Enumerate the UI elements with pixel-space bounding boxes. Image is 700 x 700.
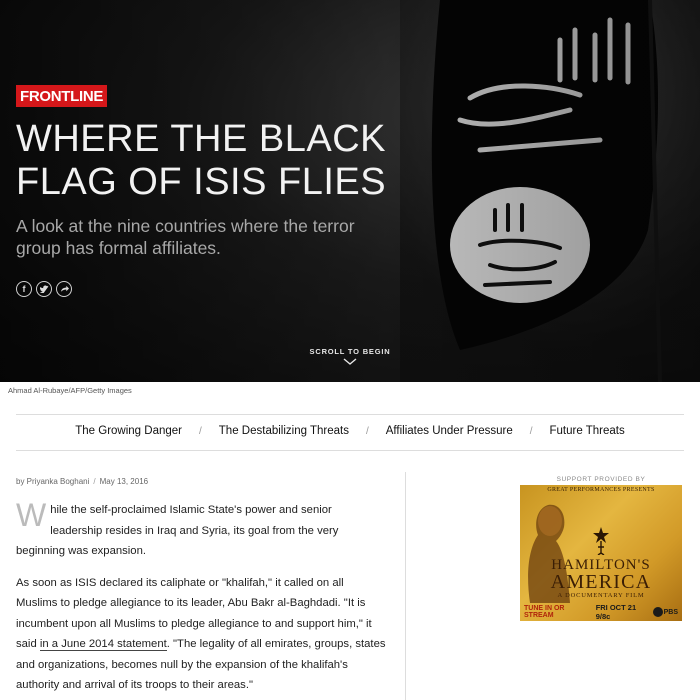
star-figure-icon xyxy=(593,527,609,555)
nav-item-destabilizing-threats[interactable]: The Destabilizing Threats xyxy=(219,425,349,437)
nav-item-affiliates-under-pressure[interactable]: Affiliates Under Pressure xyxy=(386,425,513,437)
ad-presenter: GREAT PERFORMANCES PRESENTS xyxy=(547,487,655,493)
nav-item-future-threats[interactable]: Future Threats xyxy=(550,425,625,437)
page-title: WHERE THE BLACK FLAG OF ISIS FLIES xyxy=(16,118,387,203)
drop-cap: W xyxy=(16,497,47,533)
author[interactable]: by Priyanka Boghani xyxy=(16,477,89,486)
ad-tune-in: TUNE IN OR STREAM xyxy=(524,605,565,619)
share-icon[interactable] xyxy=(56,281,72,297)
statement-link[interactable]: in a June 2014 statement xyxy=(39,638,167,651)
twitter-icon[interactable] xyxy=(36,281,52,297)
nav-separator: / xyxy=(199,425,202,437)
publish-date: May 13, 2016 xyxy=(99,477,149,486)
byline: by Priyanka Boghani / May 13, 2016 xyxy=(16,477,149,486)
frontline-logo[interactable]: FRONTLINE xyxy=(16,85,108,107)
nav-divider-bottom xyxy=(16,450,684,451)
article-paragraph: As soon as ISIS declared its caliphate o… xyxy=(16,576,386,692)
column-divider xyxy=(405,472,406,700)
hero-banner: FRONTLINE WHERE THE BLACK FLAG OF ISIS F… xyxy=(0,0,700,382)
facebook-icon[interactable]: f xyxy=(16,281,32,297)
share-buttons: f xyxy=(16,281,72,297)
sponsor-ad[interactable]: GREAT PERFORMANCES PRESENTS HAMILTON'S A… xyxy=(520,485,682,621)
ad-airdate: FRI OCT 21 9/8c xyxy=(595,603,637,621)
support-label: SUPPORT PROVIDED BY xyxy=(556,476,646,483)
pbs-logo: PBS xyxy=(652,607,678,617)
nav-divider-top xyxy=(16,414,684,415)
chevron-down-icon xyxy=(343,358,357,365)
scroll-to-begin[interactable]: SCROLL TO BEGIN xyxy=(300,347,400,365)
ad-subtitle: A DOCUMENTARY FILM xyxy=(557,592,645,599)
article-paragraph: While the self-proclaimed Islamic State'… xyxy=(16,497,339,557)
section-nav: The Growing Danger / The Destabilizing T… xyxy=(0,425,700,437)
article-body: While the self-proclaimed Islamic State'… xyxy=(16,497,386,700)
ad-airing-strip: TUNE IN OR STREAM FRI OCT 21 9/8c PBS xyxy=(520,603,682,621)
pbs-head-icon xyxy=(652,607,663,617)
photo-credit: Ahmad Al-Rubaye/AFP/Getty Images xyxy=(8,386,132,395)
nav-item-growing-danger[interactable]: The Growing Danger xyxy=(75,425,182,437)
nav-separator: / xyxy=(365,425,369,437)
scroll-label: SCROLL TO BEGIN xyxy=(309,347,391,356)
nav-separator: / xyxy=(529,425,533,437)
ad-title-line2: AMERICA xyxy=(550,571,652,593)
page-subtitle: A look at the nine countries where the t… xyxy=(16,216,355,258)
